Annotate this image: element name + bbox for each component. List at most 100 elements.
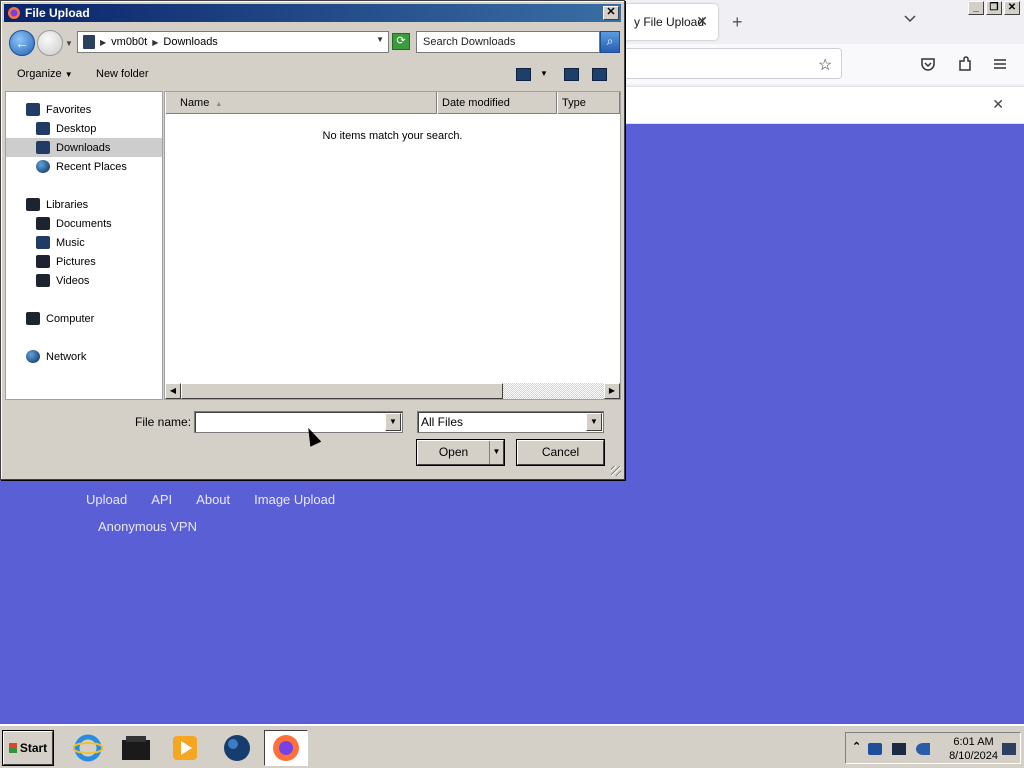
search-icon[interactable]: ⌕: [600, 31, 620, 53]
forward-arrow-icon[interactable]: [37, 30, 63, 56]
file-type-value: All Files: [421, 415, 464, 429]
crumb-arrow-icon[interactable]: ▶: [152, 38, 158, 47]
media-player-icon[interactable]: [163, 730, 207, 766]
file-type-dropdown-icon[interactable]: ▼: [586, 413, 602, 431]
file-name-dropdown-icon[interactable]: ▼: [385, 413, 401, 431]
help-icon[interactable]: [592, 68, 607, 81]
pictures-icon: [36, 255, 50, 268]
nav-libraries-label: Libraries: [46, 198, 89, 211]
tab-close-icon[interactable]: ✕: [696, 13, 708, 30]
scroll-left-icon[interactable]: ◀: [165, 383, 181, 399]
crumb-user[interactable]: vm0b0t: [111, 36, 147, 48]
monitor-icon[interactable]: [892, 743, 906, 755]
file-type-select[interactable]: All Files ▼: [417, 411, 604, 433]
libraries-icon: [26, 198, 40, 211]
restore-icon[interactable]: ❐: [986, 1, 1002, 15]
menu-icon[interactable]: [991, 55, 1009, 73]
downloads-icon: [36, 141, 50, 154]
column-type[interactable]: Type: [557, 92, 620, 114]
nav-computer[interactable]: Computer: [6, 309, 162, 328]
start-button[interactable]: Start: [3, 731, 53, 765]
sort-up-icon: ▲: [215, 101, 223, 108]
nav-libraries[interactable]: Libraries: [6, 195, 162, 214]
list-all-tabs-icon[interactable]: [903, 12, 917, 26]
open-button[interactable]: Open ▼: [417, 440, 504, 465]
network-globe-icon[interactable]: [215, 730, 259, 766]
open-dropdown-icon[interactable]: ▼: [489, 441, 503, 464]
horizontal-scrollbar[interactable]: ◀ ▶: [165, 383, 620, 399]
cancel-button[interactable]: Cancel: [517, 440, 604, 465]
file-name-label: File name:: [135, 415, 192, 429]
dialog-close-icon[interactable]: ✕: [603, 6, 619, 20]
file-name-field[interactable]: ▼: [194, 411, 403, 433]
file-list-pane: Name ▲ Date modified Type No items match …: [164, 91, 621, 400]
explorer-folder-icon[interactable]: [114, 730, 158, 766]
extensions-icon[interactable]: [956, 55, 974, 73]
history-dropdown-icon[interactable]: ▼: [65, 39, 73, 48]
file-upload-dialog: File Upload ✕ ← ▼ ▶ vm0b0t ▶ Downloads ▼…: [0, 0, 625, 480]
system-tray: ⌃ 6:01 AM 8/10/2024: [845, 732, 1021, 764]
address-dropdown-icon[interactable]: ▼: [376, 35, 384, 44]
image-upload-link[interactable]: Image Upload: [254, 492, 335, 507]
anonymous-vpn-link[interactable]: Anonymous VPN: [98, 519, 197, 534]
scroll-thumb[interactable]: [181, 383, 503, 399]
nav-music[interactable]: Music: [6, 233, 162, 252]
clock[interactable]: 6:01 AM 8/10/2024: [949, 735, 998, 763]
crumb-downloads[interactable]: Downloads: [163, 36, 217, 48]
crumb-arrow-icon[interactable]: ▶: [100, 38, 106, 47]
organize-label: Organize: [17, 68, 62, 80]
nav-videos[interactable]: Videos: [6, 271, 162, 290]
nav-network[interactable]: Network: [6, 347, 162, 366]
minimize-icon[interactable]: _: [968, 1, 984, 15]
nav-pictures[interactable]: Pictures: [6, 252, 162, 271]
scroll-right-icon[interactable]: ▶: [604, 383, 620, 399]
show-hidden-icons-icon[interactable]: ⌃: [852, 740, 861, 753]
nav-desktop[interactable]: Desktop: [6, 119, 162, 138]
organize-button[interactable]: Organize ▼: [17, 68, 73, 80]
nav-desktop-label: Desktop: [56, 122, 97, 135]
column-name-label: Name: [180, 97, 210, 109]
command-bar: Organize ▼ New folder ▼: [5, 61, 621, 89]
firefox-icon: [8, 7, 20, 19]
shield-icon[interactable]: [868, 743, 882, 755]
bookmark-star-icon[interactable]: ☆: [818, 55, 832, 75]
resize-grip[interactable]: [611, 466, 621, 476]
taskbar: Start ⌃ 6:01 AM 8/10/2024: [0, 724, 1024, 768]
url-bar[interactable]: [600, 48, 842, 79]
upload-link[interactable]: Upload: [86, 492, 127, 507]
new-tab-button[interactable]: +: [732, 12, 743, 33]
refresh-icon[interactable]: ⟳: [392, 33, 410, 50]
search-input[interactable]: Search Downloads: [416, 31, 600, 53]
action-center-icon[interactable]: [1002, 743, 1016, 755]
pocket-icon[interactable]: [919, 55, 937, 73]
music-icon: [36, 236, 50, 249]
api-link[interactable]: API: [151, 492, 172, 507]
view-dropdown-icon[interactable]: ▼: [540, 69, 548, 78]
new-folder-button[interactable]: New folder: [96, 68, 149, 80]
preview-pane-icon[interactable]: [564, 68, 579, 81]
folder-icon: [83, 35, 95, 49]
page-nav-links: Upload API About Image Upload: [86, 492, 335, 507]
close-icon[interactable]: ✕: [1004, 1, 1020, 15]
about-link[interactable]: About: [196, 492, 230, 507]
column-headers: Name ▲ Date modified Type: [165, 92, 620, 114]
internet-explorer-icon[interactable]: [66, 730, 110, 766]
firefox-taskbar-icon[interactable]: [264, 730, 308, 766]
back-arrow-icon[interactable]: ←: [9, 30, 35, 56]
change-view-icon[interactable]: [516, 68, 531, 81]
notification-close-icon[interactable]: ✕: [992, 96, 1004, 113]
address-bar[interactable]: ▶ vm0b0t ▶ Downloads ▼: [77, 31, 389, 53]
dialog-titlebar: File Upload ✕: [4, 4, 621, 22]
nav-pictures-label: Pictures: [56, 255, 96, 268]
volume-icon[interactable]: [916, 743, 930, 755]
nav-favorites[interactable]: Favorites: [6, 100, 162, 119]
address-row: ← ▼ ▶ vm0b0t ▶ Downloads ▼ ⟳ Search Down…: [5, 27, 621, 57]
column-date-modified[interactable]: Date modified: [437, 92, 557, 114]
tab-title: y File Upload: [634, 15, 705, 29]
nav-recent-places[interactable]: Recent Places: [6, 157, 162, 176]
nav-music-label: Music: [56, 236, 85, 249]
nav-downloads[interactable]: Downloads: [6, 138, 162, 157]
column-name[interactable]: Name ▲: [165, 92, 437, 114]
nav-documents[interactable]: Documents: [6, 214, 162, 233]
organize-dropdown-icon: ▼: [64, 70, 73, 79]
